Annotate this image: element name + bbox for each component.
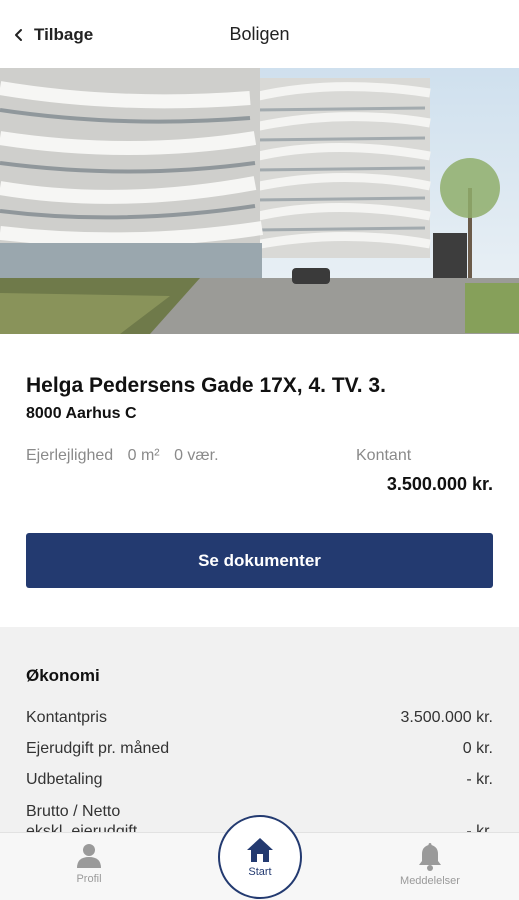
economy-row-value: 0 kr. [462,740,493,757]
economy-row-value: 3.500.000 kr. [400,709,493,726]
property-meta: Ejerlejlighed 0 m² 0 vær. [26,447,229,465]
economy-row-label: Ejerudgift pr. måned [26,740,170,757]
user-icon [77,844,101,868]
property-address: Helga Pedersens Gade 17X, 4. TV. 3. [26,374,386,397]
property-rooms: 0 vær. [174,447,219,464]
nav-meddelelser-label: Meddelelser [400,875,460,887]
economy-row: Kontantpris 3.500.000 kr. [26,709,493,731]
top-bar: Tilbage Boligen [0,0,519,68]
economy-row: Ejerudgift pr. måned 0 kr. [26,740,493,762]
nav-profil-label: Profil [76,873,102,885]
bell-icon [419,843,441,871]
economy-row: Udbetaling - kr. [26,771,493,793]
property-photo [0,68,519,334]
economy-title: Økonomi [26,666,100,685]
economy-row-value: - kr. [466,771,493,788]
property-area: 0 m² [127,447,160,464]
page-title: Boligen [229,24,290,44]
see-documents-button[interactable]: Se dokumenter [26,533,493,588]
property-type: Ejerlejlighed [26,447,114,464]
economy-row-label: Brutto / Netto [26,803,121,820]
nav-profil[interactable]: Profil [64,841,114,885]
economy-section: Økonomi Kontantpris 3.500.000 kr. Ejerud… [0,627,519,837]
nav-start-label: Start [248,866,272,878]
price-value: 3.500.000 kr. [386,474,493,494]
nav-start[interactable]: Start [218,815,302,899]
home-icon [247,838,273,862]
property-city: 8000 Aarhus C [26,405,137,422]
economy-row-label: Kontantpris [26,709,107,726]
price-label: Kontant [356,447,412,464]
nav-meddelelser[interactable]: Meddelelser [390,841,470,887]
economy-row-label: Udbetaling [26,771,103,788]
